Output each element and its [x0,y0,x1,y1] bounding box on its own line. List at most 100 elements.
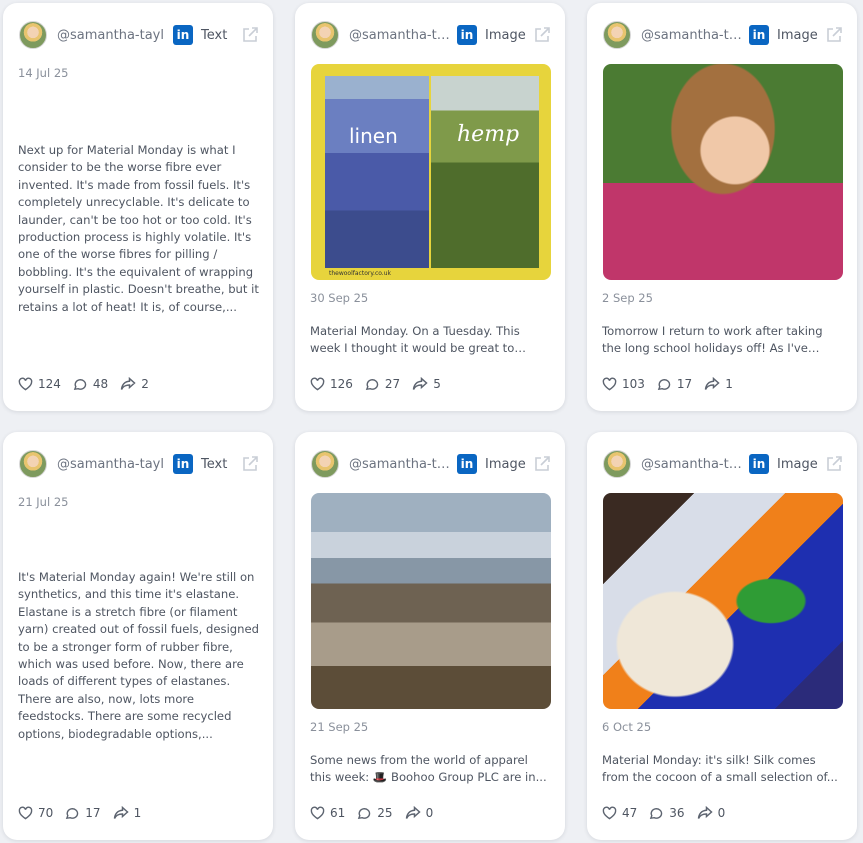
shares-count: 0 [425,806,434,820]
shares-stat: 1 [704,377,733,391]
post-image[interactable] [311,493,551,709]
post-card[interactable]: @samantha-tayl in Text 21 Jul 25 It's Ma… [3,432,273,840]
username[interactable]: @samantha-tayl [349,28,451,43]
likes-count: 47 [622,806,638,820]
linkedin-icon: in [173,454,193,474]
comments-count: 36 [669,806,685,820]
engagement-stats: 103 17 1 [602,377,745,391]
post-card[interactable]: @samantha-tayl in Image 21 Sep 25 Some n… [295,432,565,840]
comments-count: 25 [377,806,393,820]
post-image[interactable]: linen hemp thewoolfactory.co.uk [311,64,551,280]
post-date: 2 Sep 25 [602,291,653,305]
shares-count: 2 [141,377,149,391]
username[interactable]: @samantha-tayl [57,28,167,43]
avatar [19,21,47,49]
heart-icon [18,377,33,391]
username[interactable]: @samantha-tayl [641,28,743,43]
likes-stat: 47 [602,806,637,820]
shares-count: 1 [725,377,733,391]
avatar [19,450,47,478]
external-link-icon[interactable] [825,26,843,44]
post-type-label: Text [201,456,228,472]
comments-stat: 27 [365,377,400,391]
post-date: 6 Oct 25 [602,720,652,734]
post-text: Tomorrow I return to work after taking t… [602,324,823,356]
likes-count: 61 [330,806,346,820]
external-link-icon[interactable] [241,455,259,473]
engagement-stats: 126 27 5 [310,377,453,391]
engagement-stats: 47 36 0 [602,806,737,820]
avatar [311,21,339,49]
comment-icon [66,808,79,820]
comment-icon [657,379,671,391]
likes-stat: 126 [310,377,353,391]
post-image[interactable] [603,64,843,280]
post-text: Material Monday. On a Tuesday. This week… [310,324,520,356]
comments-count: 17 [85,806,101,820]
username[interactable]: @samantha-tayl [641,457,743,472]
heart-icon [18,806,33,820]
external-link-icon[interactable] [241,26,259,44]
shares-count: 0 [717,806,726,820]
external-link-icon[interactable] [533,26,551,44]
linkedin-icon: in [457,454,477,474]
shares-stat: 0 [697,806,726,820]
hemp-plants-photo [431,76,539,268]
likes-count: 103 [622,377,645,391]
shares-stat: 0 [405,806,434,820]
likes-count: 126 [330,377,353,391]
comments-stat: 36 [649,806,685,820]
post-card[interactable]: @samantha-tayl in Text 14 Jul 25 Next up… [3,3,273,411]
likes-count: 124 [38,377,61,391]
share-icon [120,377,136,390]
comments-count: 27 [384,377,401,391]
linkedin-icon: in [749,25,769,45]
post-type-label: Text [201,27,228,43]
comment-icon [358,808,371,820]
comment-icon [650,808,663,820]
linkedin-icon: in [173,25,193,45]
post-image[interactable] [603,493,843,709]
linen-flowers-photo [325,76,429,268]
post-card[interactable]: @samantha-tayl in Image 2 Sep 25 Tomorro… [587,3,857,411]
likes-stat: 70 [18,806,53,820]
post-type-label: Image [485,456,526,472]
post-date: 21 Sep 25 [310,720,369,734]
external-link-icon[interactable] [825,455,843,473]
shares-count: 1 [133,806,142,820]
linkedin-icon: in [457,25,477,45]
comments-stat: 17 [65,806,101,820]
username[interactable]: @samantha-tayl [57,457,167,472]
post-card[interactable]: @samantha-tayl in Image 6 Oct 25 Materia… [587,432,857,840]
shares-stat: 2 [120,377,149,391]
avatar [603,450,631,478]
post-text: Next up for Material Monday is what I co… [18,143,259,314]
post-header: @samantha-tayl in Image [311,449,551,479]
external-link-icon[interactable] [533,455,551,473]
image-label-hemp: hemp [457,122,520,147]
post-text: Material Monday: it's silk! Silk comes f… [602,753,838,785]
heart-icon [310,806,325,820]
engagement-stats: 61 25 0 [310,806,445,820]
post-date: 14 Jul 25 [18,66,69,80]
post-card[interactable]: @samantha-tayl in Image linen hemp thewo… [295,3,565,411]
likes-stat: 103 [602,377,645,391]
post-text: Some news from the world of apparel this… [310,753,547,785]
share-icon [704,377,720,390]
heart-icon [602,806,617,820]
image-label-linen: linen [349,124,398,148]
username[interactable]: @samantha-tayl [349,457,451,472]
engagement-stats: 124 48 2 [18,377,161,391]
heart-icon [602,377,617,391]
post-header: @samantha-tayl in Image [311,20,551,50]
engagement-stats: 70 17 1 [18,806,153,820]
share-icon [412,377,428,390]
avatar [603,21,631,49]
likes-stat: 61 [310,806,345,820]
post-header: @samantha-tayl in Text [19,449,259,479]
post-type-label: Image [485,27,526,43]
heart-icon [310,377,325,391]
post-header: @samantha-tayl in Image [603,449,843,479]
share-icon [405,806,421,819]
post-type-label: Image [777,27,818,43]
